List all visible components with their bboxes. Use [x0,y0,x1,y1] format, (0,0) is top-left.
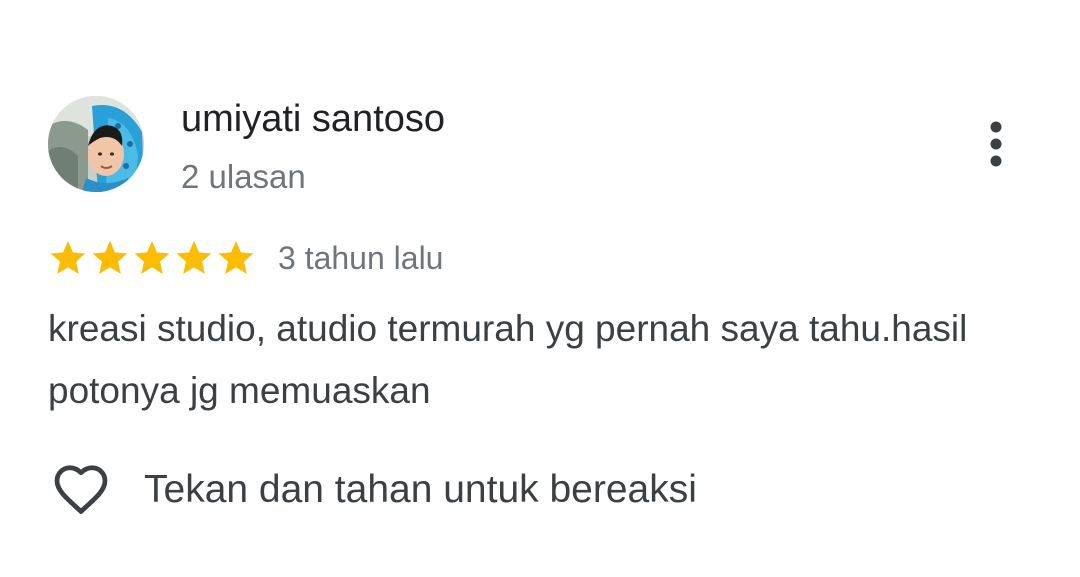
review-time: 3 tahun lalu [278,240,444,276]
star-rating [48,238,256,278]
reviewer-avatar[interactable] [48,96,144,192]
review-text: kreasi studio, atudio termurah yg pernah… [48,308,968,411]
star-icon [50,241,86,274]
rating-row: 3 tahun lalu [48,236,443,280]
star-icon [176,241,212,274]
heart-outline-icon [54,465,108,514]
react-button[interactable]: Tekan dan tahan untuk bereaksi [48,458,697,522]
star-icon [92,241,128,274]
react-label: Tekan dan tahan untuk bereaksi [144,468,697,511]
star-icon [218,241,254,274]
avatar-photo [48,96,144,192]
more-vertical-icon [990,121,1002,167]
reviewer-review-count: 2 ulasan [181,158,306,195]
reviewer-name[interactable]: umiyati santoso [181,96,445,142]
star-icon [134,241,170,274]
more-options-button[interactable] [970,114,1022,174]
review-card: umiyati santoso 2 ulasan 3 tahun lalu kr… [0,0,1080,577]
